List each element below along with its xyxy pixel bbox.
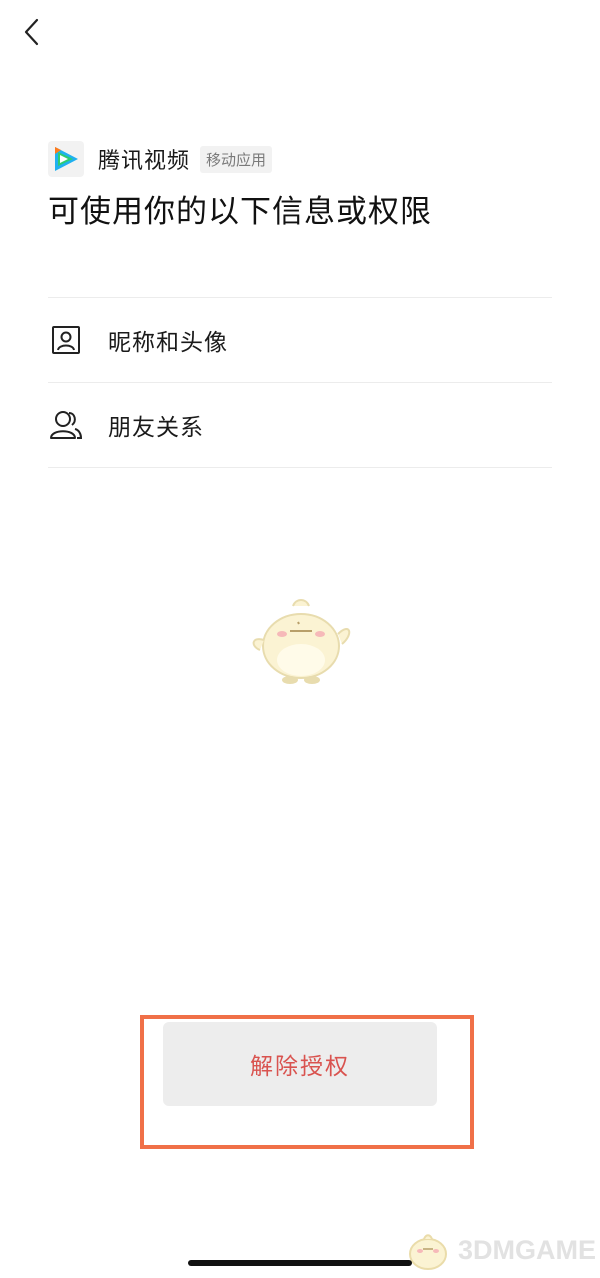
watermark-text: 3DMGAME [458, 1234, 597, 1265]
permission-item-nickname-avatar: 昵称和头像 [48, 298, 552, 383]
watermark-mascot-icon [409, 1234, 447, 1270]
friends-icon [48, 407, 84, 443]
app-info: 腾讯视频 移动应用 [48, 141, 273, 177]
app-type-badge: 移动应用 [200, 145, 273, 173]
id-card-icon [48, 322, 84, 358]
home-indicator [188, 1260, 412, 1266]
watermark: 3DMGAME [404, 1222, 596, 1278]
revoke-authorization-button[interactable]: 解除授权 [163, 1022, 437, 1106]
permission-label: 昵称和头像 [108, 330, 228, 356]
permission-item-friends: 朋友关系 [48, 383, 552, 468]
tencent-video-logo-icon [48, 141, 84, 177]
mascot-illustration [246, 594, 356, 686]
page-title: 可使用你的以下信息或权限 [48, 194, 432, 230]
permission-list: 昵称和头像 朋友关系 [48, 297, 552, 468]
chevron-left-icon [24, 18, 39, 46]
app-name: 腾讯视频 [98, 149, 191, 174]
back-button[interactable] [14, 14, 50, 50]
permission-label: 朋友关系 [108, 415, 204, 441]
